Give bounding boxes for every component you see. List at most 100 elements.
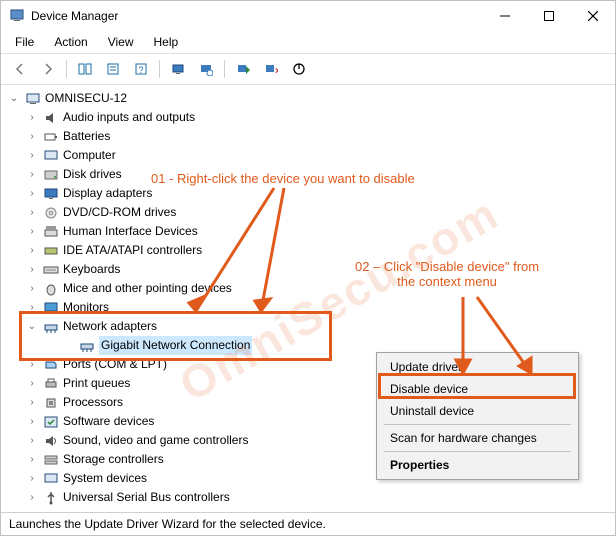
chevron-down-icon[interactable]: ⌄ — [7, 89, 21, 108]
menubar: File Action View Help — [1, 31, 615, 53]
category-label: System devices — [63, 469, 147, 488]
chevron-right-icon[interactable]: › — [25, 146, 39, 165]
category-icon — [43, 395, 59, 411]
category-node[interactable]: › Monitors — [25, 298, 615, 317]
chevron-right-icon[interactable]: › — [25, 127, 39, 146]
chevron-down-icon[interactable]: ⌄ — [25, 317, 39, 336]
tree-panel: ⌄ OMNISECU-12 ›Audio inputs and outputs›… — [1, 85, 615, 512]
context-separator — [384, 451, 571, 452]
network-adapter-icon — [79, 338, 95, 354]
svg-text:×: × — [275, 66, 278, 76]
category-icon — [43, 433, 59, 449]
chevron-right-icon[interactable]: › — [25, 241, 39, 260]
category-node[interactable]: › Display adapters — [25, 184, 615, 203]
uninstall-button[interactable]: × — [258, 56, 284, 82]
titlebar-left: Device Manager — [9, 7, 118, 26]
chevron-right-icon[interactable]: › — [25, 184, 39, 203]
category-label: Disk drives — [63, 165, 122, 184]
device-label: Gigabit Network Connection — [99, 336, 252, 355]
update-driver-button[interactable] — [230, 56, 256, 82]
menu-view[interactable]: View — [100, 33, 142, 51]
close-button[interactable] — [571, 1, 615, 31]
category-node[interactable]: ›Mice and other pointing devices — [25, 279, 615, 298]
statusbar: Launches the Update Driver Wizard for th… — [1, 512, 615, 535]
maximize-button[interactable] — [527, 1, 571, 31]
category-label: Computer — [63, 146, 116, 165]
menu-action[interactable]: Action — [46, 33, 95, 51]
chevron-right-icon[interactable]: › — [25, 165, 39, 184]
chevron-right-icon[interactable]: › — [25, 355, 39, 374]
root-node[interactable]: ⌄ OMNISECU-12 — [7, 89, 615, 108]
context-uninstall-device[interactable]: Uninstall device — [380, 400, 575, 422]
category-node[interactable]: › Keyboards — [25, 260, 615, 279]
category-icon — [43, 205, 59, 221]
context-disable-device[interactable]: Disable device — [380, 378, 575, 400]
category-label: Software devices — [63, 412, 154, 431]
svg-text:?: ? — [138, 65, 143, 75]
add-legacy-button[interactable] — [193, 56, 219, 82]
menu-help[interactable]: Help — [146, 33, 187, 51]
titlebar: Device Manager — [1, 1, 615, 31]
category-node[interactable]: ⌄ Network adapters — [25, 317, 615, 336]
category-icon — [43, 281, 59, 297]
scan-hardware-button[interactable] — [165, 56, 191, 82]
category-node[interactable]: › Batteries — [25, 127, 615, 146]
app-icon — [9, 7, 25, 26]
category-node[interactable]: ›IDE ATA/ATAPI controllers — [25, 241, 615, 260]
category-label: Keyboards — [63, 260, 120, 279]
category-label: Storage controllers — [63, 450, 164, 469]
category-icon — [43, 262, 59, 278]
computer-icon — [25, 91, 41, 107]
category-node[interactable]: ›Audio inputs and outputs — [25, 108, 615, 127]
window-controls — [483, 1, 615, 31]
toolbar-separator — [224, 60, 225, 78]
category-icon — [43, 414, 59, 430]
category-label: Monitors — [63, 298, 109, 317]
chevron-right-icon[interactable]: › — [25, 298, 39, 317]
category-icon — [43, 129, 59, 145]
chevron-right-icon[interactable]: › — [25, 450, 39, 469]
chevron-right-icon[interactable]: › — [25, 374, 39, 393]
chevron-right-icon[interactable]: › — [25, 431, 39, 450]
help-button[interactable]: ? — [128, 56, 154, 82]
menu-file[interactable]: File — [7, 33, 42, 51]
context-properties[interactable]: Properties — [380, 454, 575, 476]
chevron-right-icon[interactable]: › — [25, 393, 39, 412]
chevron-right-icon[interactable]: › — [25, 279, 39, 298]
chevron-right-icon[interactable]: › — [25, 203, 39, 222]
category-node[interactable]: › Human Interface Devices — [25, 222, 615, 241]
category-icon — [43, 186, 59, 202]
category-label: Network adapters — [63, 317, 157, 336]
category-label: Print queues — [63, 374, 130, 393]
category-label: Human Interface Devices — [63, 222, 198, 241]
category-label: Processors — [63, 393, 123, 412]
category-node[interactable]: › DVD/CD-ROM drives — [25, 203, 615, 222]
chevron-right-icon[interactable]: › — [25, 108, 39, 127]
properties-button[interactable] — [100, 56, 126, 82]
forward-button[interactable] — [35, 56, 61, 82]
category-icon — [43, 357, 59, 373]
chevron-right-icon[interactable]: › — [25, 488, 39, 507]
minimize-button[interactable] — [483, 1, 527, 31]
context-update-driver[interactable]: Update driver — [380, 356, 575, 378]
category-node[interactable]: › Universal Serial Bus controllers — [25, 488, 615, 507]
show-hide-tree-button[interactable] — [72, 56, 98, 82]
category-icon — [43, 376, 59, 392]
category-label: DVD/CD-ROM drives — [63, 203, 176, 222]
category-node[interactable]: › Disk drives — [25, 165, 615, 184]
category-node[interactable]: › Computer — [25, 146, 615, 165]
category-label: Display adapters — [63, 184, 152, 203]
chevron-right-icon[interactable]: › — [25, 222, 39, 241]
window-title: Device Manager — [31, 9, 118, 23]
chevron-right-icon[interactable]: › — [25, 260, 39, 279]
category-label: Batteries — [63, 127, 110, 146]
chevron-right-icon[interactable]: › — [25, 469, 39, 488]
disable-button[interactable] — [286, 56, 312, 82]
category-icon — [43, 110, 59, 126]
category-icon — [43, 471, 59, 487]
category-icon — [43, 452, 59, 468]
back-button[interactable] — [7, 56, 33, 82]
context-scan-hardware[interactable]: Scan for hardware changes — [380, 427, 575, 449]
category-label: Universal Serial Bus controllers — [63, 488, 230, 507]
chevron-right-icon[interactable]: › — [25, 412, 39, 431]
